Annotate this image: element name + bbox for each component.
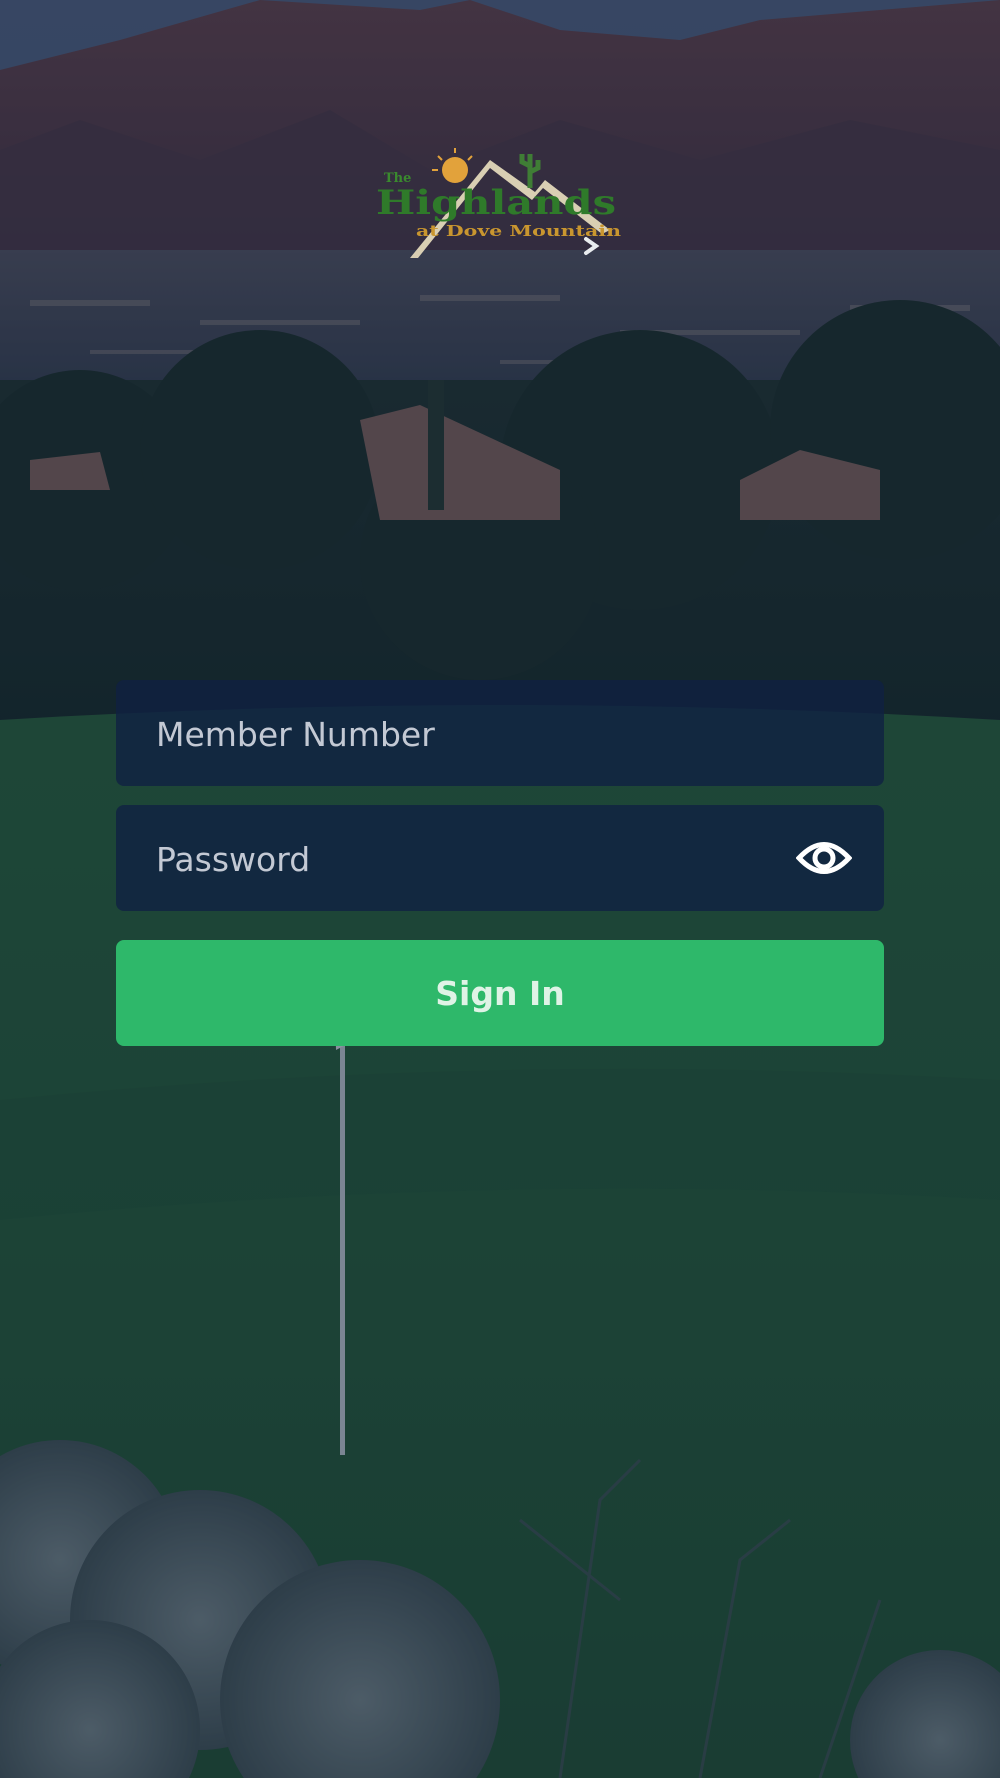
member-number-input[interactable] xyxy=(154,680,798,788)
password-field[interactable] xyxy=(116,805,884,913)
highlands-logo: The Highlands at Dove Mountain xyxy=(376,148,621,258)
password-input[interactable] xyxy=(154,805,798,913)
member-number-field[interactable] xyxy=(116,680,884,788)
eye-icon[interactable] xyxy=(796,835,852,881)
logo-text-line3: at Dove Mountain xyxy=(416,222,621,240)
sign-in-button[interactable]: Sign In xyxy=(116,940,884,1046)
chevron-right-icon xyxy=(584,237,600,255)
logo-text-line2: Highlands xyxy=(376,183,616,223)
